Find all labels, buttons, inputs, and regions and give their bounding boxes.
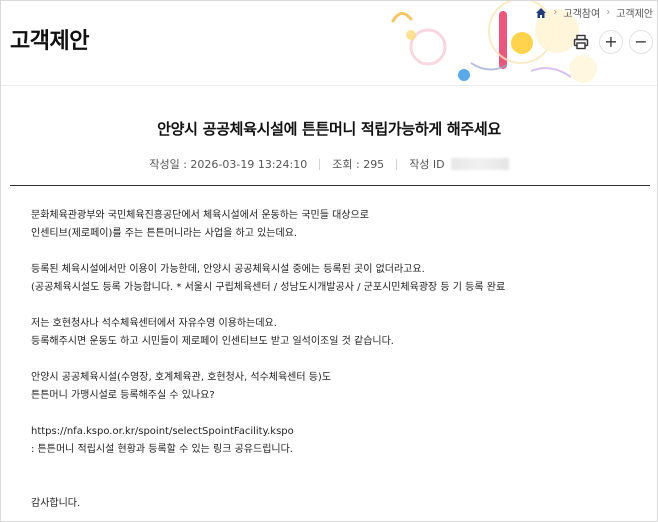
content-divider bbox=[10, 185, 650, 186]
body-line bbox=[31, 405, 641, 423]
body-line bbox=[31, 351, 641, 369]
body-line: 안양시 공공체육시설(수영장, 호계체육관, 호현청사, 석수체육센터 등)도 bbox=[31, 372, 332, 383]
body-link[interactable]: https://nfa.kspo.or.kr/spoint/selectSpoi… bbox=[31, 423, 641, 441]
zoom-in-button[interactable]: + bbox=[599, 30, 623, 54]
header-tools: + − bbox=[569, 30, 653, 54]
print-button[interactable] bbox=[569, 30, 593, 54]
body-line: 인센티브(제로페이)를 주는 튼튼머니라는 사업을 하고 있는데요. bbox=[31, 228, 298, 239]
home-icon[interactable] bbox=[535, 7, 547, 19]
page-header: 고객제안 › 고객참여 › 고객제안 + − bbox=[1, 1, 657, 85]
body-line bbox=[31, 459, 641, 477]
meta-divider bbox=[319, 158, 321, 170]
body-line: 감사합니다. bbox=[31, 498, 81, 509]
breadcrumb-separator: › bbox=[606, 7, 611, 18]
body-line: 저는 호현청사나 석수체육센터에서 자유수영 이용하는데요. bbox=[31, 318, 277, 329]
post-date: 작성일 : 2026-03-19 13:24:10 bbox=[149, 158, 308, 171]
body-line bbox=[31, 297, 641, 315]
body-line: : 튼튼머니 적립시설 현황과 등록할 수 있는 링크 공유드립니다. bbox=[31, 444, 293, 455]
body-line bbox=[31, 243, 641, 261]
post-author-label: 작성 ID bbox=[409, 158, 445, 171]
post-meta: 작성일 : 2026-03-19 13:24:10 조회 : 295 작성 ID bbox=[1, 156, 657, 172]
body-line: 튼튼머니 가맹시설로 등록해주실 수 있나요? bbox=[31, 390, 215, 401]
body-line: 등록된 체육시설에서만 이용이 가능한데, 안양시 공공체육시설 중에는 등록된… bbox=[31, 264, 425, 275]
post-title: 안양시 공공체육시설에 튼튼머니 적립가능하게 해주세요 bbox=[157, 120, 501, 138]
post-body: 문화체육관광부와 국민체육진흥공단에서 체육시설에서 운동하는 국민들 대상으로… bbox=[31, 207, 641, 513]
breadcrumb-item-participation[interactable]: 고객참여 bbox=[563, 5, 600, 20]
breadcrumb-separator: › bbox=[553, 7, 558, 18]
zoom-out-button[interactable]: − bbox=[629, 30, 653, 54]
body-line: 등록해주시면 운동도 하고 시민들이 제로페이 인센티브도 받고 일석이조일 것… bbox=[31, 336, 394, 347]
page-title: 고객제안 bbox=[10, 29, 89, 54]
body-line: (공공체육시설도 등록 가능합니다. * 서울시 구립체육센터 / 성남도시개발… bbox=[31, 282, 506, 293]
masked-author-id bbox=[450, 158, 509, 170]
breadcrumb-item-suggestion[interactable]: 고객제안 bbox=[616, 5, 653, 20]
breadcrumb: › 고객참여 › 고객제안 bbox=[535, 5, 653, 20]
header-divider bbox=[1, 85, 657, 86]
meta-divider bbox=[396, 158, 398, 170]
printer-icon bbox=[573, 34, 589, 50]
page-frame: 고객제안 › 고객참여 › 고객제안 + − 안양시 공공체육시설에 튼튼머니 … bbox=[0, 0, 658, 522]
body-line bbox=[31, 477, 641, 495]
body-line: 문화체육관광부와 국민체육진흥공단에서 체육시설에서 운동하는 국민들 대상으로 bbox=[31, 210, 369, 221]
post-views: 조회 : 295 bbox=[332, 158, 385, 171]
